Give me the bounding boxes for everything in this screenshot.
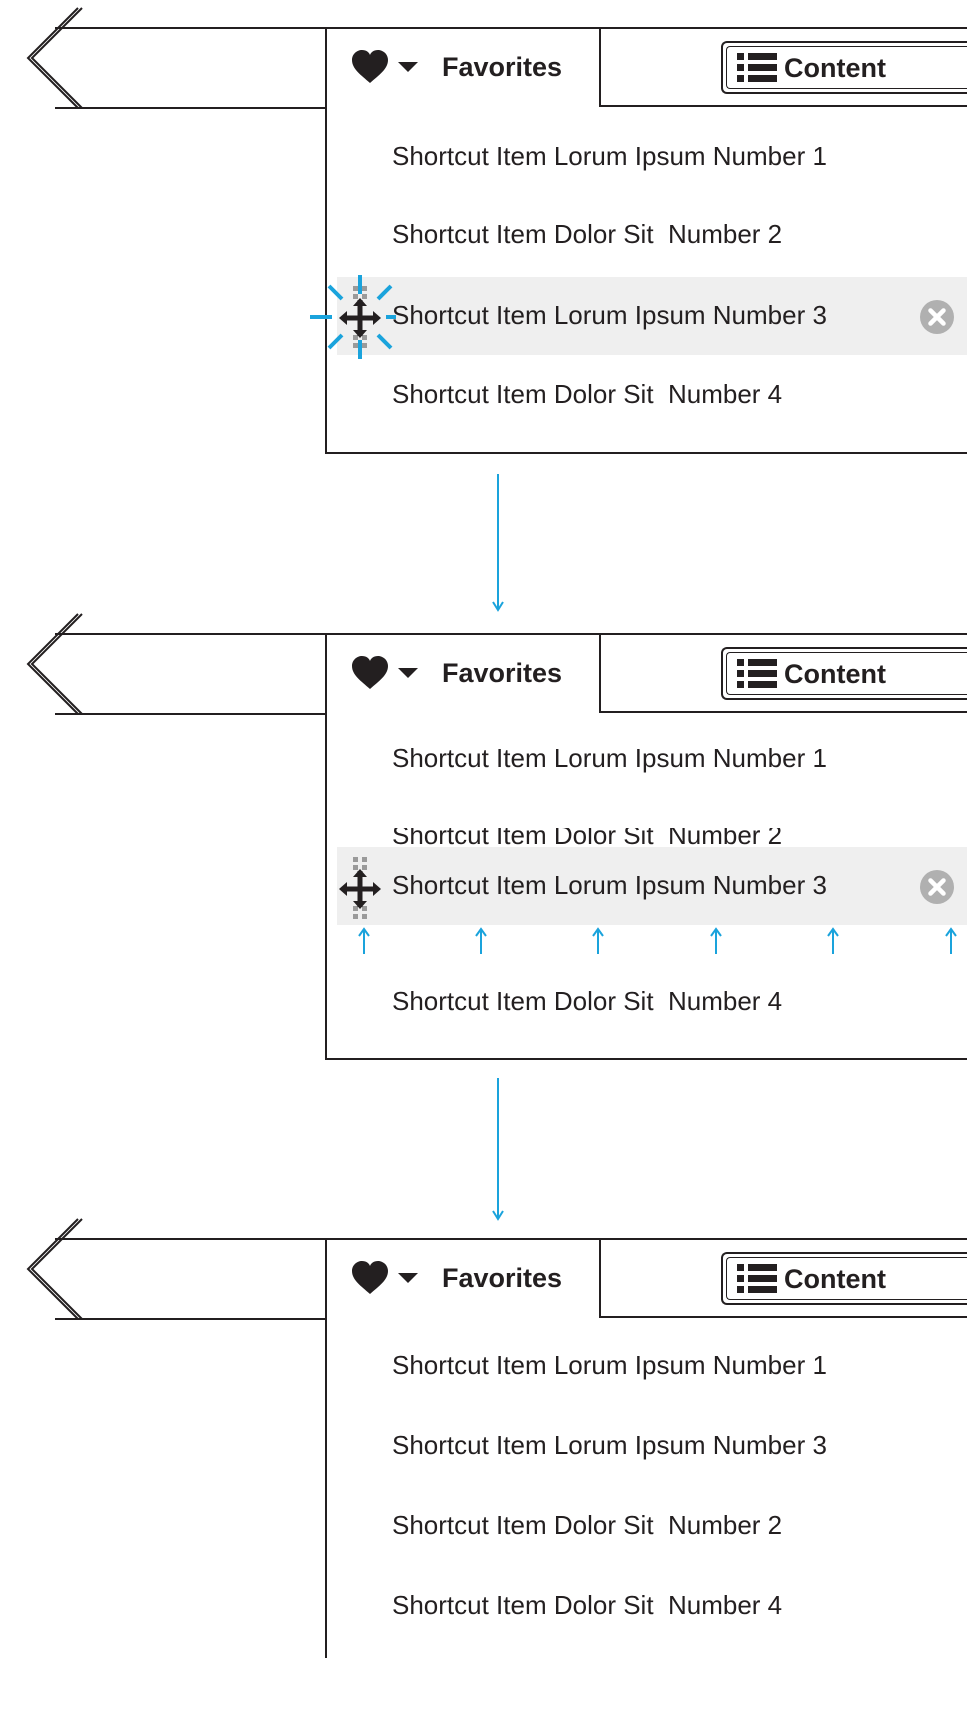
drag-up-arrow — [827, 927, 839, 954]
list-item-label: Shortcut Item Lorum Ipsum Number 3 — [392, 870, 827, 900]
content-tab[interactable]: Content — [721, 41, 967, 94]
list-icon — [737, 1264, 777, 1293]
list-item[interactable]: Shortcut Item Lorum Ipsum Number 3 — [337, 1407, 967, 1485]
list-item[interactable]: Shortcut Item Dolor Sit Number 4 — [337, 1567, 967, 1645]
content-label: Content — [784, 1264, 886, 1294]
favorites-tab[interactable]: Favorites — [326, 1239, 600, 1313]
list-item[interactable]: Shortcut Item Dolor Sit Number 2 — [337, 196, 967, 274]
list-item-label: Shortcut Item Dolor Sit Number 4 — [392, 986, 783, 1016]
caret-down-icon — [398, 62, 418, 72]
content-label: Content — [784, 659, 886, 689]
step-arrow — [492, 1078, 504, 1221]
list-item-label: Shortcut Item Dolor Sit Number 4 — [392, 379, 783, 409]
drag-up-arrow — [945, 927, 957, 954]
list-item[interactable]: Shortcut Item Lorum Ipsum Number 1 — [337, 118, 967, 196]
move-icon[interactable] — [335, 284, 385, 350]
drag-up-arrow — [358, 927, 370, 954]
caret-down-icon — [398, 1273, 418, 1283]
close-circle-icon[interactable] — [919, 299, 955, 335]
step-arrow — [492, 474, 504, 612]
list-icon — [737, 659, 777, 688]
list-item[interactable]: Shortcut Item Lorum Ipsum Number 1 — [337, 720, 967, 798]
list-item-label: Shortcut Item Dolor Sit Number 2 — [392, 828, 783, 848]
list-item[interactable]: Shortcut Item Dolor Sit Number 2 — [337, 1487, 967, 1565]
favorites-tab[interactable]: Favorites — [326, 634, 600, 708]
list-item-label: Shortcut Item Lorum Ipsum Number 3 — [392, 300, 827, 330]
list-item-dragging[interactable]: Shortcut Item Lorum Ipsum Number 3 — [337, 847, 967, 925]
step-1-panel: Favorites Content Shortcut Item Lorum Ip… — [0, 0, 967, 520]
favorites-tab[interactable]: Favorites — [326, 28, 600, 102]
caret-down-icon — [398, 668, 418, 678]
list-item-label: Shortcut Item Dolor Sit Number 4 — [392, 1590, 783, 1620]
favorites-label: Favorites — [442, 658, 563, 688]
heart-icon — [352, 656, 388, 689]
drag-up-arrow — [710, 927, 722, 954]
list-item-covered: Shortcut Item Dolor Sit Number 2 — [392, 828, 952, 848]
list-item-label: Shortcut Item Lorum Ipsum Number 1 — [392, 141, 827, 171]
list-item-label: Shortcut Item Dolor Sit Number 2 — [392, 1510, 783, 1540]
step-3-panel: Favorites Content Shortcut Item Lorum Ip… — [0, 1211, 967, 1731]
favorites-label: Favorites — [442, 52, 563, 82]
content-label: Content — [784, 53, 886, 83]
heart-icon — [352, 1261, 388, 1294]
list-item-label: Shortcut Item Lorum Ipsum Number 3 — [392, 1430, 827, 1460]
list-item-selected[interactable]: Shortcut Item Lorum Ipsum Number 3 — [337, 277, 967, 355]
list-item-label: Shortcut Item Lorum Ipsum Number 1 — [392, 1350, 827, 1380]
list-item[interactable]: Shortcut Item Dolor Sit Number 4 — [337, 963, 967, 1041]
favorites-label: Favorites — [442, 1263, 563, 1293]
close-circle-icon[interactable] — [919, 869, 955, 905]
list-icon — [737, 53, 777, 82]
content-tab[interactable]: Content — [721, 1252, 967, 1305]
list-item-label: Shortcut Item Lorum Ipsum Number 1 — [392, 743, 827, 773]
content-tab[interactable]: Content — [721, 647, 967, 700]
drag-up-arrow — [475, 927, 487, 954]
drag-up-arrow — [592, 927, 604, 954]
list-item-label: Shortcut Item Dolor Sit Number 2 — [392, 219, 783, 249]
move-icon[interactable] — [335, 855, 385, 921]
list-item[interactable]: Shortcut Item Dolor Sit Number 4 — [337, 356, 967, 434]
heart-icon — [352, 50, 388, 83]
list-item[interactable]: Shortcut Item Lorum Ipsum Number 1 — [337, 1327, 967, 1405]
